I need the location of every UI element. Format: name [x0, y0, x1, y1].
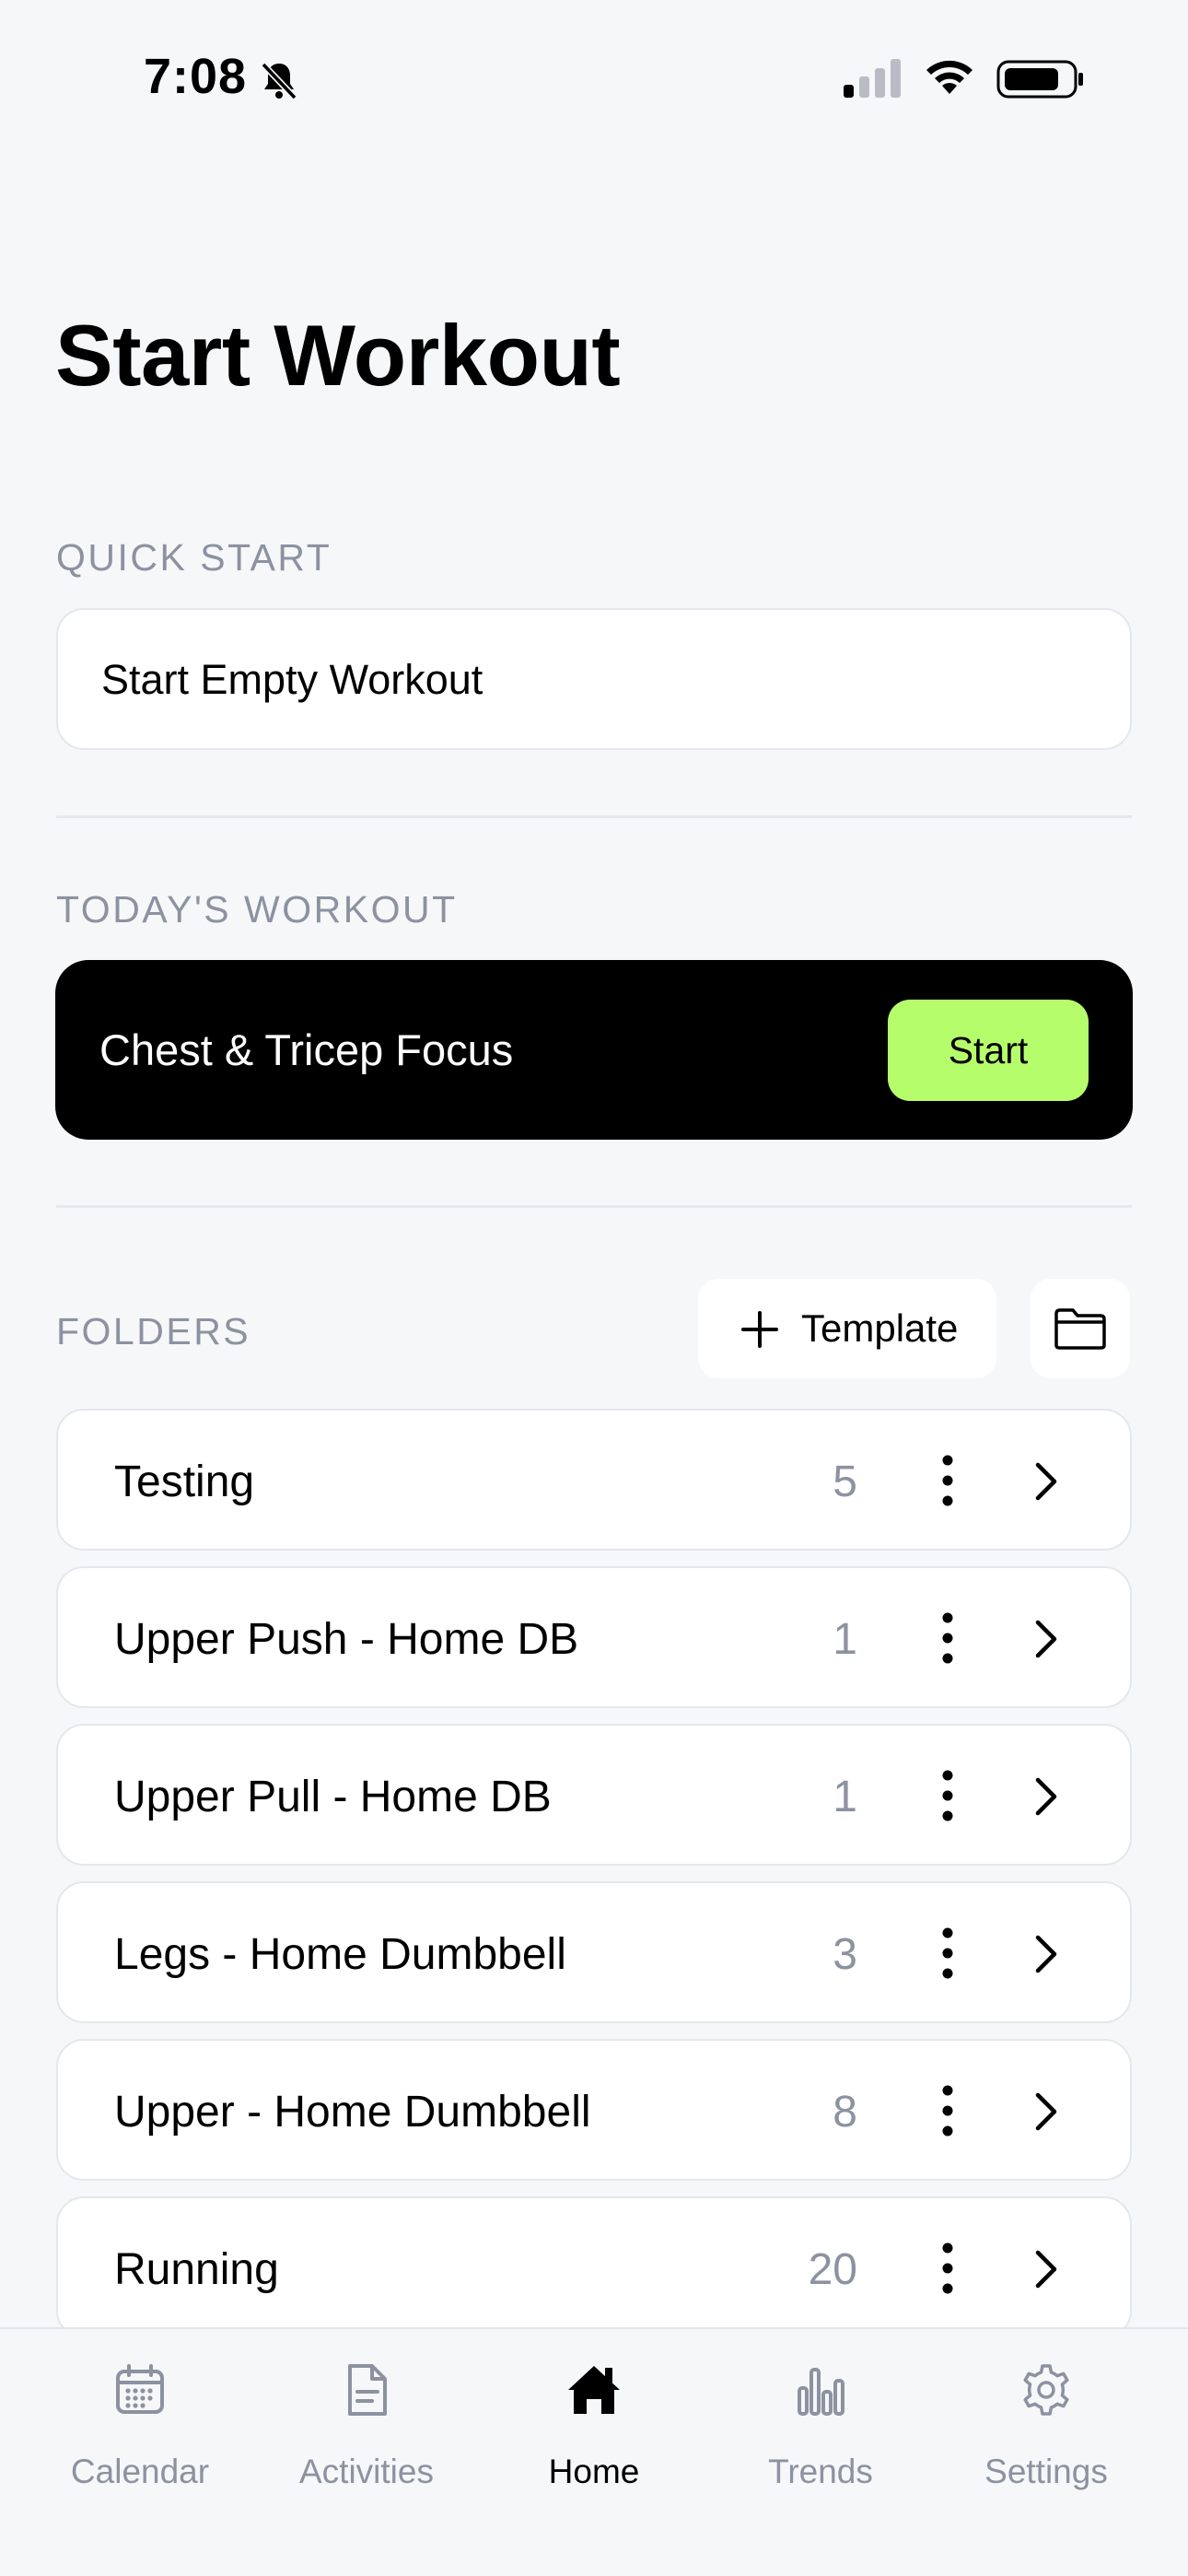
more-vertical-icon[interactable]: [938, 2085, 957, 2137]
new-folder-button[interactable]: [1031, 1279, 1130, 1378]
tab-trends[interactable]: Trends: [715, 2329, 926, 2513]
quick-start-label: QUICK START: [56, 536, 332, 579]
folders-label: FOLDERS: [56, 1310, 251, 1352]
bar-chart-icon: [798, 2368, 844, 2416]
gear-icon: [1023, 2364, 1069, 2416]
home-icon: [568, 2366, 620, 2414]
chevron-right-icon: [1035, 1777, 1057, 1816]
page-title: Start Workout: [55, 307, 621, 404]
folder-name: Upper Push - Home DB: [114, 1615, 579, 1664]
more-vertical-icon[interactable]: [938, 1455, 957, 1506]
folder-name: Running: [114, 2245, 279, 2294]
divider: [56, 1205, 1132, 1208]
tab-label: Settings: [984, 2453, 1108, 2490]
status-time: 7:08: [144, 49, 248, 104]
chevron-right-icon: [1035, 1935, 1057, 1973]
tab-label: Trends: [768, 2453, 873, 2490]
wifi-icon: [926, 60, 973, 94]
cellular-signal-icon: [844, 59, 901, 98]
tab-calendar[interactable]: Calendar: [34, 2329, 246, 2513]
more-vertical-icon[interactable]: [938, 1770, 957, 1821]
start-todays-workout-button[interactable]: Start: [888, 1000, 1089, 1101]
chevron-right-icon: [1035, 2092, 1057, 2131]
folder-template-count: 5: [833, 1458, 857, 1506]
document-icon: [348, 2364, 387, 2416]
more-vertical-icon[interactable]: [938, 1927, 957, 1979]
tab-bar: Calendar Activities Home Trends Settings: [0, 2327, 1188, 2576]
plus-icon: [741, 1311, 778, 1348]
folder-name: Upper - Home Dumbbell: [114, 2088, 591, 2137]
folder-name: Upper Pull - Home DB: [114, 1773, 552, 1821]
chevron-right-icon: [1035, 1462, 1057, 1501]
folder-template-count: 8: [833, 2088, 857, 2137]
tab-settings[interactable]: Settings: [940, 2329, 1152, 2513]
folder-row[interactable]: Upper Push - Home DB 1: [56, 1566, 1132, 1708]
folder-row[interactable]: Upper Pull - Home DB 1: [56, 1724, 1132, 1866]
chevron-right-icon: [1035, 1620, 1057, 1658]
start-workout-screen: 7:08 Start Workout QUICK START Start Emp…: [0, 0, 1188, 2576]
bell-slash-icon: [261, 62, 297, 100]
folder-template-count: 3: [833, 1930, 857, 1979]
tab-label: Home: [548, 2453, 640, 2490]
more-vertical-icon[interactable]: [938, 1612, 957, 1664]
start-empty-workout-button[interactable]: Start Empty Workout: [56, 608, 1132, 750]
folder-icon: [1054, 1308, 1106, 1350]
more-vertical-icon[interactable]: [938, 2242, 957, 2294]
folder-row[interactable]: Running 20: [56, 2196, 1132, 2338]
add-template-button[interactable]: Template: [698, 1279, 996, 1378]
folder-row[interactable]: Testing 5: [56, 1409, 1132, 1551]
tab-activities[interactable]: Activities: [261, 2329, 472, 2513]
todays-workout-name: Chest & Tricep Focus: [99, 1025, 514, 1074]
start-empty-workout-label: Start Empty Workout: [101, 656, 483, 703]
tab-label: Activities: [299, 2453, 434, 2490]
todays-workout-label: TODAY'S WORKOUT: [56, 888, 458, 931]
add-template-label: Template: [801, 1306, 959, 1350]
tab-home[interactable]: Home: [488, 2329, 700, 2513]
calendar-icon: [116, 2364, 164, 2414]
folder-row[interactable]: Legs - Home Dumbbell 3: [56, 1881, 1132, 2023]
battery-icon: [996, 60, 1083, 99]
folder-name: Testing: [114, 1458, 255, 1506]
tab-label: Calendar: [70, 2453, 210, 2490]
folder-template-count: 1: [833, 1773, 857, 1821]
folder-template-count: 20: [808, 2245, 857, 2294]
divider: [56, 815, 1132, 818]
folder-row[interactable]: Upper - Home Dumbbell 8: [56, 2039, 1132, 2181]
folder-template-count: 1: [833, 1615, 857, 1664]
chevron-right-icon: [1035, 2250, 1057, 2289]
folder-name: Legs - Home Dumbbell: [114, 1930, 566, 1979]
todays-workout-card[interactable]: Chest & Tricep Focus Start: [55, 960, 1133, 1140]
